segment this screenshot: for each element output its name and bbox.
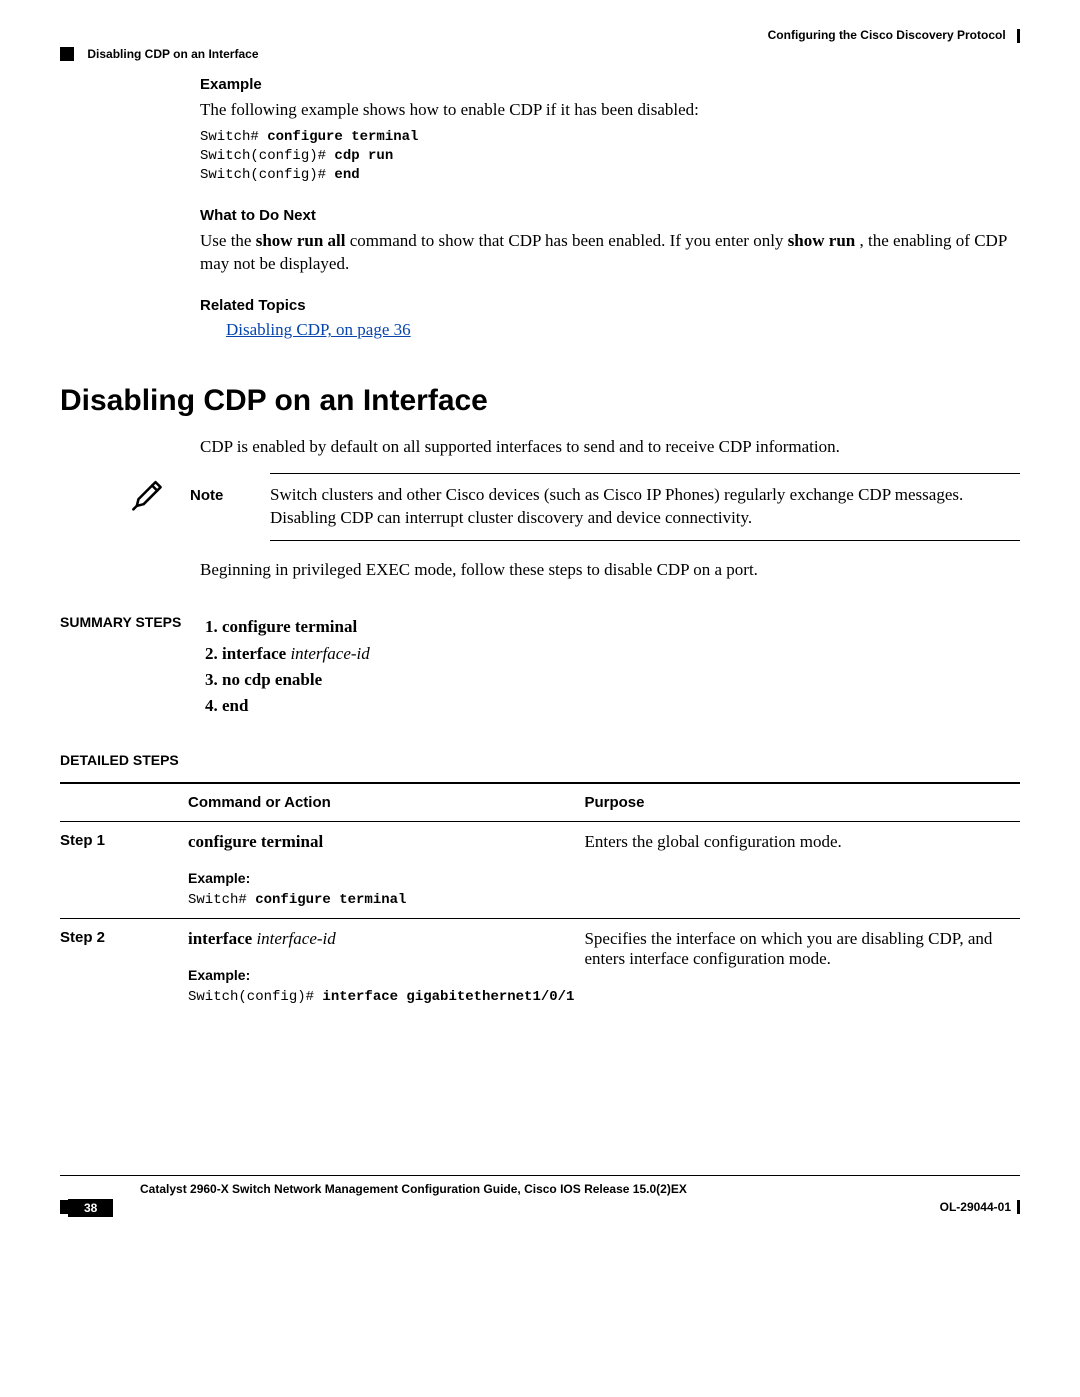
table-header: Command or Action xyxy=(188,783,584,822)
purpose-cell: Enters the global configuration mode. xyxy=(584,821,1020,918)
begin-text: Beginning in privileged EXEC mode, follo… xyxy=(200,559,1020,582)
step-label: Step 1 xyxy=(60,821,188,918)
doc-id: OL-29044-01 xyxy=(940,1200,1020,1215)
table-row: Step 2 interface interface-id Example: S… xyxy=(60,918,1020,1015)
note-label: Note xyxy=(190,473,270,541)
example-label: Example: xyxy=(188,967,574,983)
decoration-bar xyxy=(1017,29,1020,43)
what-next-text: Use the show run all command to show tha… xyxy=(200,230,1020,276)
list-item: end xyxy=(222,693,1020,719)
intro-paragraph: CDP is enabled by default on all support… xyxy=(200,436,1020,459)
chapter-title: Configuring the Cisco Discovery Protocol xyxy=(768,28,1020,43)
example-intro: The following example shows how to enabl… xyxy=(200,99,1020,122)
page-number: 38 xyxy=(68,1199,113,1217)
list-item: no cdp enable xyxy=(222,667,1020,693)
page-footer: Catalyst 2960-X Switch Network Managemen… xyxy=(60,1175,1020,1218)
example-code: Switch(config)# interface gigabitetherne… xyxy=(188,989,574,1005)
example-label: Example: xyxy=(188,870,574,886)
detailed-steps-label: DETAILED STEPS xyxy=(60,752,200,768)
chapter-title-text: Configuring the Cisco Discovery Protocol xyxy=(768,28,1006,42)
list-item: interface interface-id xyxy=(222,641,1020,667)
example-heading: Example xyxy=(200,76,1020,93)
purpose-cell: Specifies the interface on which you are… xyxy=(584,918,1020,1015)
command-cell: configure terminal Example: Switch# conf… xyxy=(188,821,584,918)
what-next-heading: What to Do Next xyxy=(200,207,1020,224)
summary-steps-label: SUMMARY STEPS xyxy=(60,614,200,719)
related-heading: Related Topics xyxy=(200,297,1020,314)
table-row: Step 1 configure terminal Example: Switc… xyxy=(60,821,1020,918)
summary-steps-list: configure terminal interface interface-i… xyxy=(200,614,1020,719)
decoration-bar xyxy=(1017,1200,1020,1214)
table-header: Purpose xyxy=(584,783,1020,822)
note-icon xyxy=(130,498,164,515)
page-header: Configuring the Cisco Discovery Protocol… xyxy=(60,28,1020,54)
command-cell: interface interface-id Example: Switch(c… xyxy=(188,918,584,1015)
example-code: Switch# configure terminal Switch(config… xyxy=(200,128,1020,185)
decoration-square xyxy=(60,47,74,61)
example-code: Switch# configure terminal xyxy=(188,892,574,908)
table-header xyxy=(60,783,188,822)
list-item: configure terminal xyxy=(222,614,1020,640)
detailed-steps-table: Command or Action Purpose Step 1 configu… xyxy=(60,782,1020,1015)
note-text: Switch clusters and other Cisco devices … xyxy=(270,473,1020,541)
page-title: Disabling CDP on an Interface xyxy=(60,384,1020,418)
section-breadcrumb: Disabling CDP on an Interface xyxy=(60,46,259,61)
footer-book-title: Catalyst 2960-X Switch Network Managemen… xyxy=(140,1182,1020,1196)
related-link[interactable]: Disabling CDP, on page 36 xyxy=(226,320,411,339)
section-title-text: Disabling CDP on an Interface xyxy=(87,47,258,61)
step-label: Step 2 xyxy=(60,918,188,1015)
